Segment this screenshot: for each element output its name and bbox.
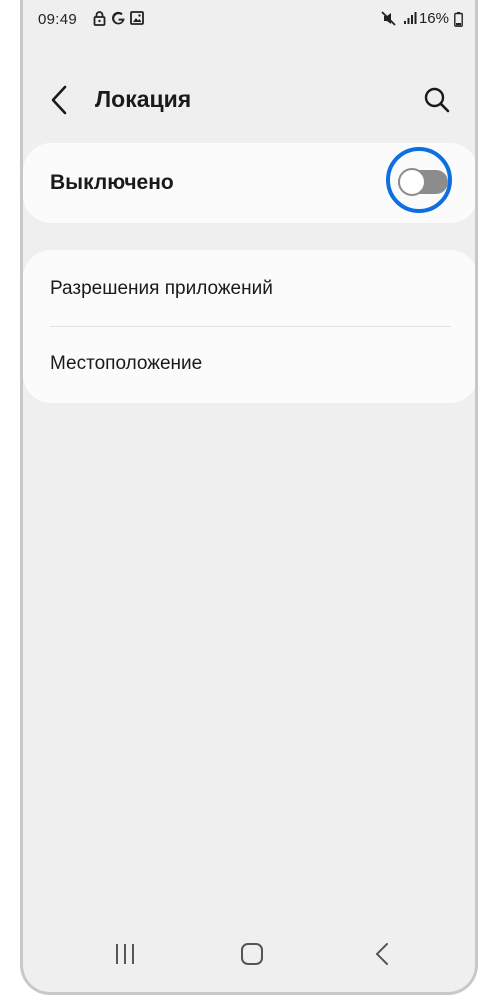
page-title: Локация xyxy=(95,86,192,112)
navigation-bar xyxy=(23,922,475,992)
signal-icon xyxy=(403,11,417,28)
list-item-label: Местоположение xyxy=(50,353,203,374)
app-header: Локация xyxy=(23,70,475,130)
back-icon xyxy=(376,943,388,965)
phone-screen: 09:49 16% Локация Выключено Разрешения п… xyxy=(20,0,478,995)
settings-list-card: Разрешения приложений Местоположение xyxy=(23,250,475,403)
google-icon xyxy=(111,11,126,29)
location-toggle-label: Выключено xyxy=(50,171,174,194)
search-icon xyxy=(424,87,450,113)
location-toggle-switch[interactable] xyxy=(398,168,448,196)
chevron-left-icon xyxy=(51,85,67,115)
home-button[interactable] xyxy=(232,936,272,972)
mute-icon xyxy=(381,11,397,29)
nav-back-button[interactable] xyxy=(363,936,403,972)
list-item-app-permissions[interactable]: Разрешения приложений xyxy=(23,250,475,326)
lock-icon xyxy=(93,11,106,29)
home-icon xyxy=(241,943,263,965)
search-button[interactable] xyxy=(421,84,453,116)
battery-icon xyxy=(454,12,463,30)
toggle-knob xyxy=(398,168,426,196)
status-time: 09:49 xyxy=(38,11,78,28)
recents-icon xyxy=(116,944,134,964)
location-toggle-card[interactable]: Выключено xyxy=(23,143,475,223)
back-button[interactable] xyxy=(45,82,75,118)
battery-percent: 16% xyxy=(418,10,449,27)
list-item-label: Разрешения приложений xyxy=(50,278,273,299)
image-icon xyxy=(130,11,144,28)
list-item-location[interactable]: Местоположение xyxy=(23,327,475,403)
status-bar: 09:49 16% xyxy=(23,0,475,36)
recents-button[interactable] xyxy=(105,936,145,972)
